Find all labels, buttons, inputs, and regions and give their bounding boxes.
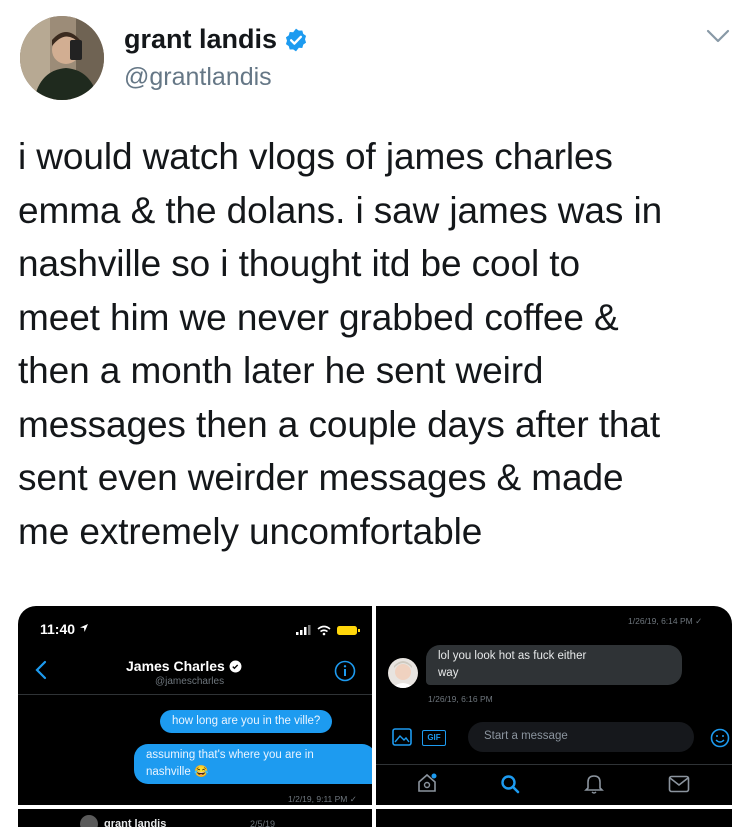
image-icon[interactable] [392,728,412,746]
dm-screenshot-3[interactable]: grant landis 2/5/19 [18,809,372,827]
back-icon[interactable] [34,660,48,680]
verified-badge-icon [229,660,242,672]
sender-name: grant landis [104,818,167,827]
search-icon[interactable] [500,774,520,794]
author-name[interactable]: grant landis [124,24,309,55]
tweet-line: sent even weirder messages & made [18,457,624,498]
chevron-down-icon[interactable] [702,24,734,48]
tweet-line: me extremely uncomfortable [18,510,483,552]
message-line: nashville 😂 [146,766,209,778]
message-bubble[interactable]: assuming that's where you are in nashvil… [134,744,372,784]
message-line: lol you look hot as fuck either [438,650,587,662]
contact-name[interactable]: James Charles [126,658,242,674]
messages-icon[interactable] [668,775,690,793]
tweet-media-grid[interactable]: 11:40 James Charles @jamescharles how lo… [18,606,732,827]
author-avatar-small [80,815,98,827]
info-icon[interactable] [334,660,356,682]
message-bubble[interactable]: lol you look hot as fuck either way [426,645,682,685]
notifications-icon[interactable] [584,773,604,795]
location-arrow-icon [80,624,88,632]
message-timestamp: 1/2/19, 9:11 PM ✓ [288,794,357,804]
contact-name-text[interactable]: James Charles [126,658,225,674]
message-line: assuming that's where you are in [146,749,314,761]
message-bubble[interactable]: how long are you in the ville? [160,710,333,733]
tab-bar-divider [376,764,732,765]
top-timestamp: 1/26/19, 6:14 PM ✓ [628,616,703,626]
gif-button[interactable]: GIF [422,730,446,746]
author-handle[interactable]: @grantlandis [124,63,272,92]
dm-screenshot-2[interactable]: 1/26/19, 6:14 PM ✓ lol you look hot as f… [376,606,732,805]
contact-avatar[interactable] [388,658,418,688]
status-icons [296,625,360,636]
dm-screenshot-4[interactable] [376,809,732,827]
author-avatar[interactable] [20,16,104,100]
tweet-line: i would watch vlogs of james charles [18,136,613,177]
home-icon[interactable] [416,772,438,794]
dm-screenshot-1[interactable]: 11:40 James Charles @jamescharles how lo… [18,606,372,805]
tweet-line: nashville so i thought itd be cool to [18,243,580,284]
verified-badge-icon [285,28,307,51]
tweet-line: then a month later he sent weird [18,350,544,391]
message-input-placeholder: Start a message [484,730,568,742]
emoji-icon[interactable] [710,728,730,748]
contact-handle: @jamescharles [155,676,225,687]
author-name-text[interactable]: grant landis [124,24,277,55]
message-line: way [438,667,459,679]
tweet-line: emma & the dolans. i saw james was in [18,189,663,231]
status-time: 11:40 [40,621,76,637]
tweet-text: i would watch vlogs of james charles emm… [18,130,733,558]
tweet-line: messages then a couple days after that [18,403,661,445]
message-input[interactable]: Start a message [468,722,694,752]
message-timestamp: 1/26/19, 6:16 PM [428,694,493,704]
header-divider [18,694,372,695]
timestamp-text: 1/2/19, 9:11 PM [288,794,348,804]
message-date: 2/5/19 [250,819,276,827]
tweet-line: meet him we never grabbed coffee & [18,296,619,338]
timestamp-text: 1/26/19, 6:14 PM [628,616,693,626]
